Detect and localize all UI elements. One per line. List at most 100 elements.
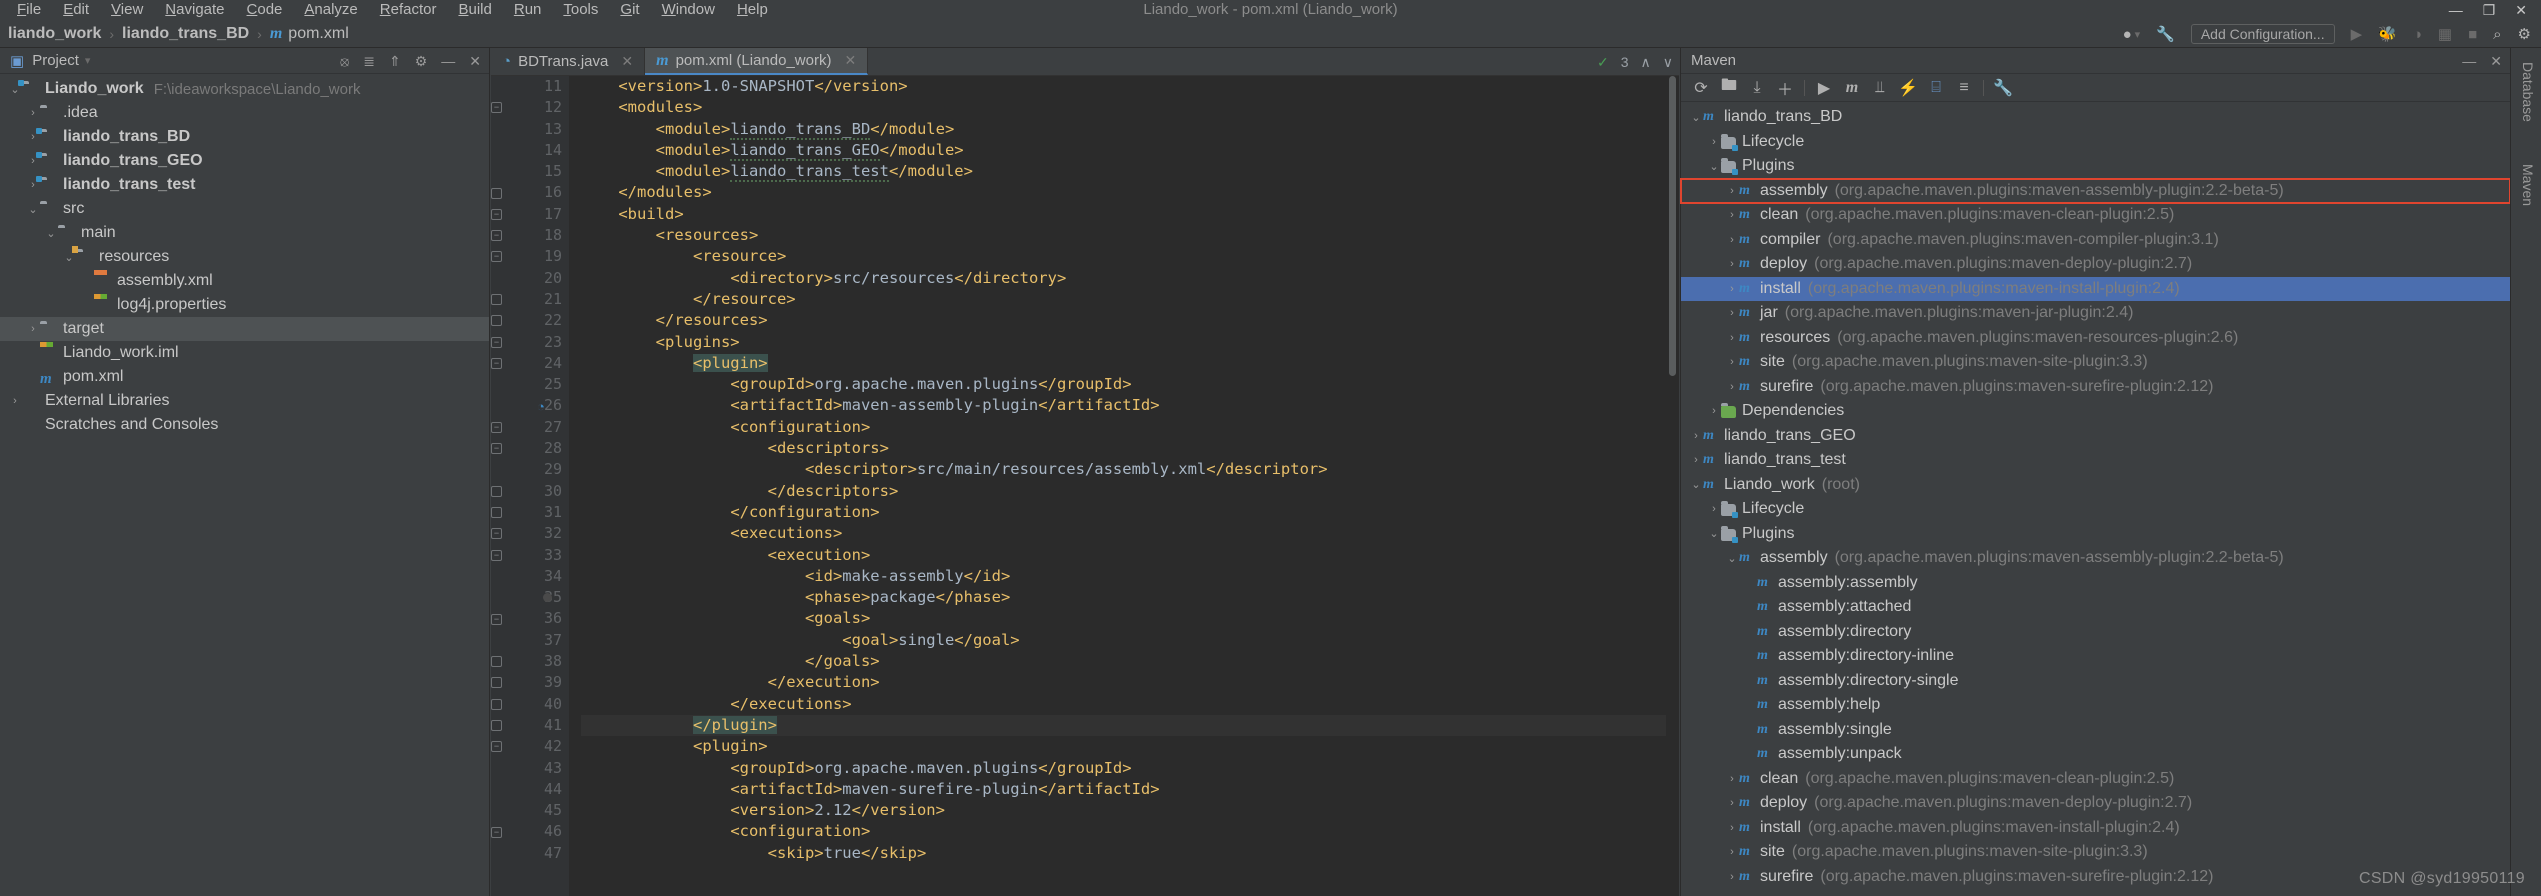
code-line[interactable]: </descriptors> [581,481,1679,502]
chevron-right-icon[interactable]: › [26,323,40,335]
fold-collapse-icon[interactable]: − [491,549,502,561]
refresh-icon[interactable]: ⟳ [1687,75,1715,101]
maven-tree-row[interactable]: › Lifecycle [1681,497,2510,522]
code-line[interactable]: <module>liando_trans_GEO</module> [581,140,1679,161]
project-tree-row[interactable]: › External Libraries [0,389,489,413]
chevron-right-icon[interactable]: › [1725,822,1739,834]
maven-tree-row[interactable]: › m deploy (org.apache.maven.plugins:maven-… [1681,252,2510,277]
code-line[interactable]: </configuration> [581,502,1679,523]
code-line[interactable]: <resource> [581,246,1679,267]
fold-end-icon[interactable] [491,485,502,497]
maven-tree-row[interactable]: › m install (org.apache.maven.plugins:maven… [1681,276,2510,301]
code-line[interactable]: </resource> [581,289,1679,310]
menu-item-analyze[interactable]: Analyze [293,0,368,20]
code-line[interactable]: </modules> [581,182,1679,203]
close-panel-icon[interactable]: ✕ [469,53,481,70]
maven-tree-row[interactable]: m assembly:single [1681,718,2510,743]
coverage-icon[interactable]: ◑ [2413,26,2422,43]
code-line[interactable]: <groupId>org.apache.maven.plugins</group… [581,374,1679,395]
maven-tree-row[interactable]: › m deploy (org.apache.maven.plugins:maven-… [1681,791,2510,816]
chevron-right-icon[interactable]: › [8,395,22,407]
fold-collapse-icon[interactable]: − [491,443,502,455]
fold-collapse-icon[interactable]: − [491,230,502,242]
collapse-all-icon[interactable]: ≡ [1950,75,1978,101]
add-maven-project-icon[interactable]: 🖿 [1715,75,1743,101]
maven-tree-row[interactable]: › m compiler (org.apache.maven.plugins:mave… [1681,228,2510,253]
gear-icon[interactable]: ⚙ [415,53,428,70]
fold-collapse-icon[interactable]: − [491,613,502,625]
project-tree[interactable]: ⌄ Liando_work F:\ideaworkspace\Liando_work… [0,74,489,437]
code-line[interactable]: <version>1.0-SNAPSHOT</version> [581,76,1679,97]
maven-settings-icon[interactable]: 🔧 [1989,75,2017,101]
maven-tree-row[interactable]: › m assembly (org.apache.maven.plugins:mave… [1680,177,2511,204]
chevron-down-icon[interactable]: ⌄ [1707,160,1721,173]
maven-tree-row[interactable]: ⌄ m assembly (org.apache.maven.plugins:mave… [1681,546,2510,571]
chevron-down-icon[interactable]: ⌄ [1707,527,1721,540]
code-line[interactable]: <descriptor>src/main/resources/assembly.… [581,459,1679,480]
chevron-right-icon[interactable]: › [1707,503,1721,515]
code-line[interactable]: <artifactId>maven-surefire-plugin</artif… [581,779,1679,800]
debug-icon[interactable]: 🐝 [2378,25,2397,43]
maximize-button[interactable]: ❐ [2483,2,2496,19]
caret-down-icon[interactable]: ∨ [1663,54,1673,71]
wrench-icon[interactable]: 🔧 [2156,25,2175,43]
maven-tree-row[interactable]: ⌄ m Liando_work (root) [1681,473,2510,498]
code-line[interactable]: <plugin> [581,736,1679,757]
close-panel-icon[interactable]: ✕ [2490,53,2502,70]
fold-collapse-icon[interactable]: − [491,826,502,838]
code-line[interactable]: <skip>true</skip> [581,843,1679,864]
editor-tab[interactable]: ◔ BDTrans.java ✕ [491,48,646,75]
menu-item-file[interactable]: File [6,0,52,20]
project-tree-row[interactable]: ⌄ Liando_work F:\ideaworkspace\Liando_work [0,77,489,101]
code-line[interactable]: <module>liando_trans_BD</module> [581,119,1679,140]
chevron-right-icon[interactable]: › [1707,405,1721,417]
breadcrumb-item-2[interactable]: pom.xml [288,25,348,43]
maven-tree-row[interactable]: m assembly:directory [1681,620,2510,645]
chevron-right-icon[interactable]: › [1725,797,1739,809]
close-button[interactable]: ✕ [2515,2,2527,19]
fold-end-icon[interactable] [491,698,502,710]
code-line[interactable]: <configuration> [581,821,1679,842]
code-line[interactable]: </executions> [581,694,1679,715]
project-tree-row[interactable]: assembly.xml [0,269,489,293]
collapse-all-icon[interactable]: ⇑ [389,53,401,70]
code-line[interactable]: </goals> [581,651,1679,672]
project-tree-row[interactable]: › target [0,317,489,341]
chevron-right-icon[interactable]: › [1707,136,1721,148]
menu-item-build[interactable]: Build [447,0,502,20]
maven-tree-row[interactable]: › Dependencies [1681,399,2510,424]
maven-tree-row[interactable]: m assembly:attached [1681,595,2510,620]
code-line[interactable]: <configuration> [581,417,1679,438]
maven-tree-row[interactable]: m assembly:directory-inline [1681,644,2510,669]
maven-tree-row[interactable]: m assembly:unpack [1681,742,2510,767]
chevron-right-icon[interactable]: › [1725,234,1739,246]
tool-tab-maven[interactable]: Maven [2517,158,2539,212]
code-line[interactable]: </plugin> [581,714,1679,737]
fold-end-icon[interactable] [491,294,502,305]
breadcrumb-item-1[interactable]: liando_trans_BD [122,25,249,43]
chevron-right-icon[interactable]: › [1725,381,1739,393]
chevron-down-icon[interactable]: ⌄ [1689,478,1703,491]
code-line[interactable]: <module>liando_trans_test</module> [581,161,1679,183]
maven-tree-row[interactable]: › m clean (org.apache.maven.plugins:maven-c… [1681,767,2510,792]
fold-end-icon[interactable] [491,656,502,668]
code-line[interactable]: </execution> [581,672,1679,693]
maven-tree-row[interactable]: › m resources (org.apache.maven.plugins:mav… [1681,326,2510,351]
maven-tree-row[interactable]: › m jar (org.apache.maven.plugins:maven-jar… [1681,301,2510,326]
menu-item-help[interactable]: Help [726,0,779,20]
maven-tree-row[interactable]: ⌄ Plugins [1681,522,2510,547]
code-line[interactable]: <modules> [581,97,1679,118]
code-line[interactable]: <executions> [581,523,1679,544]
chevron-right-icon[interactable]: › [1725,307,1739,319]
project-tree-row[interactable]: › liando_trans_BD [0,125,489,149]
fold-collapse-icon[interactable]: − [491,251,502,263]
chevron-right-icon[interactable]: › [1725,773,1739,785]
code-line[interactable]: <build> [581,204,1679,225]
settings-gear-icon[interactable]: ⚙ [2518,25,2531,43]
plus-icon[interactable]: ＋ [1771,75,1799,101]
fold-end-icon[interactable] [491,677,502,689]
chevron-right-icon[interactable]: › [1689,430,1703,442]
close-tab-icon[interactable]: ✕ [621,53,633,70]
account-icon[interactable]: ● ▾ [2123,26,2141,43]
project-tree-row[interactable]: Scratches and Consoles [0,413,489,437]
